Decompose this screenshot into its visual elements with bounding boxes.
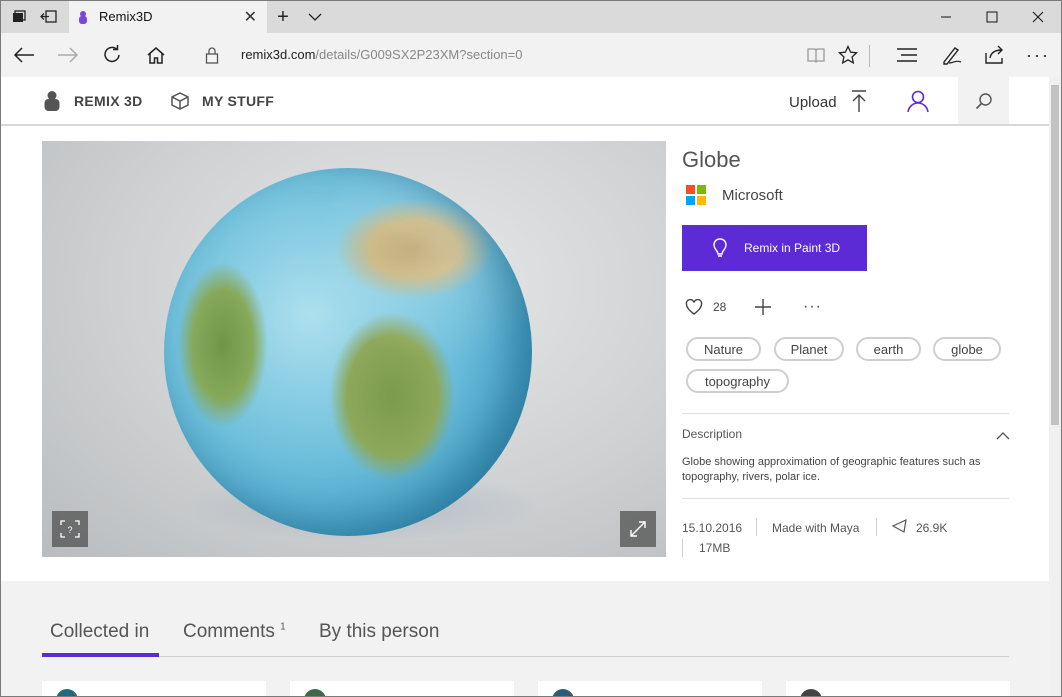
back-icon[interactable] [11, 43, 37, 67]
microsoft-logo-icon [686, 185, 706, 205]
tag-nature[interactable]: Nature [686, 337, 761, 361]
url-field[interactable]: remix3d.com/details/G009SX2P23XM?section… [241, 47, 522, 62]
more-options-icon[interactable]: ··· [803, 298, 822, 316]
forward-icon[interactable] [55, 43, 81, 67]
polygon-icon [891, 518, 908, 538]
comments-count: 1 [280, 621, 286, 633]
made-with: Made with Maya [772, 521, 860, 535]
tab-title: Remix3D [99, 9, 153, 24]
fullscreen-button[interactable] [620, 511, 656, 547]
toolbar-divider [869, 45, 870, 67]
web-note-icon[interactable] [939, 43, 965, 67]
hub-icon[interactable] [894, 43, 920, 67]
tag-earth[interactable]: earth [856, 337, 921, 361]
meta-separator [756, 518, 757, 536]
tab-collected-in[interactable]: Collected in [50, 621, 149, 643]
home-icon[interactable] [143, 43, 169, 67]
paint3d-icon [713, 238, 727, 257]
meta-separator [876, 518, 877, 536]
share-icon[interactable] [982, 43, 1008, 67]
remix-button-label: Remix in Paint 3D [744, 241, 841, 255]
set-tabs-aside-icon[interactable] [39, 7, 59, 27]
account-icon[interactable] [906, 89, 930, 118]
model-viewer[interactable]: ? [42, 141, 666, 557]
view-3d-icon: ? [60, 520, 80, 538]
title-bar: Remix3D ✕ + [1, 1, 1061, 33]
collection-thumbnail [800, 689, 822, 696]
maximize-icon[interactable] [969, 5, 1015, 29]
tabs-divider [42, 656, 1009, 657]
tab-list-icon[interactable] [9, 7, 29, 27]
description-text: Globe showing approximation of geographi… [682, 456, 981, 483]
page-scrollbar[interactable] [1049, 77, 1061, 696]
add-to-collection-icon[interactable] [754, 298, 772, 321]
reading-view-icon[interactable] [803, 43, 829, 67]
browser-window: Remix3D ✕ + remix3d.com/details/G009SX2P… [0, 0, 1062, 697]
url-path: /details/G009SX2P23XM?section=0 [315, 47, 523, 62]
model-title: Globe [682, 147, 741, 172]
collection-card[interactable] [538, 681, 762, 696]
address-bar: remix3d.com/details/G009SX2P23XM?section… [1, 33, 1061, 77]
active-tab-indicator [42, 653, 159, 657]
author-link[interactable]: Microsoft [722, 187, 783, 204]
chevron-up-icon[interactable] [996, 428, 1010, 446]
view-in-3d-button[interactable]: ? [52, 511, 88, 547]
collection-thumbnail [304, 689, 326, 696]
site-header: REMIX 3D MY STUFF Upload [1, 77, 1049, 126]
collection-card[interactable] [42, 681, 266, 696]
tab-by-this-person[interactable]: By this person [319, 621, 439, 643]
lock-icon [199, 43, 225, 67]
upload-arrow-icon[interactable] [850, 89, 868, 118]
collection-thumbnail [56, 689, 78, 696]
remix3d-logo-icon [43, 90, 61, 117]
svg-text:?: ? [67, 525, 72, 535]
tag-globe[interactable]: globe [933, 337, 1001, 361]
refresh-icon[interactable] [99, 43, 125, 67]
description-heading[interactable]: Description [682, 427, 742, 441]
cubes-icon [169, 91, 191, 116]
tag-planet[interactable]: Planet [774, 337, 844, 361]
meta-separator [682, 539, 683, 557]
collection-card[interactable] [786, 681, 1010, 696]
scrollbar-thumb[interactable] [1051, 85, 1059, 425]
upload-date: 15.10.2016 [682, 521, 743, 535]
tab-comments-label: Comments [183, 621, 275, 642]
minimize-icon[interactable] [923, 5, 969, 29]
search-button[interactable] [958, 77, 1009, 124]
divider [682, 413, 1009, 414]
remix-in-paint3d-button[interactable]: Remix in Paint 3D [682, 225, 867, 271]
expand-icon [630, 521, 646, 537]
divider [682, 498, 1009, 499]
more-icon[interactable]: ··· [1025, 43, 1051, 67]
browser-tab[interactable]: Remix3D ✕ [69, 1, 267, 33]
close-window-icon[interactable] [1015, 5, 1061, 29]
nav-my-stuff[interactable]: MY STUFF [202, 93, 274, 109]
globe-model-image [164, 168, 532, 536]
chevron-down-icon[interactable] [305, 7, 325, 27]
collection-thumbnail [552, 689, 574, 696]
url-host: remix3d.com [241, 47, 316, 62]
collection-card[interactable] [290, 681, 514, 696]
polygon-count: 26.9K [916, 521, 948, 535]
tag-topography[interactable]: topography [686, 369, 789, 393]
close-tab-icon[interactable]: ✕ [244, 7, 257, 27]
search-icon [975, 92, 992, 109]
upload-button[interactable]: Upload [789, 94, 837, 111]
nav-remix3d-home[interactable]: REMIX 3D [74, 93, 143, 109]
file-size: 17MB [699, 541, 731, 555]
like-count: 28 [713, 300, 727, 314]
tab-comments[interactable]: Comments 1 [183, 621, 286, 643]
favorite-star-icon[interactable] [835, 43, 861, 67]
new-tab-icon[interactable]: + [273, 6, 293, 28]
heart-icon[interactable] [685, 298, 703, 320]
related-section: Collected in Comments 1 By this person [1, 581, 1049, 696]
remix3d-favicon-icon [79, 11, 87, 24]
